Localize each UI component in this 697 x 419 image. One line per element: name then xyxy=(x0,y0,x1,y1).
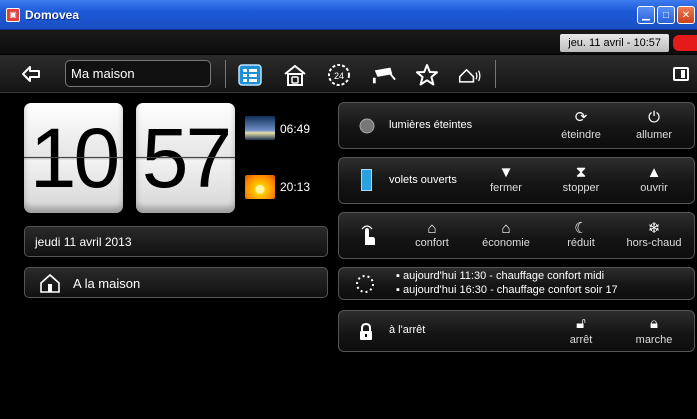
shutter-status-icon xyxy=(361,169,372,191)
camera-icon xyxy=(372,67,396,84)
lights-status: lumières éteintes xyxy=(389,119,473,131)
alarm-off-button[interactable]: arrêt xyxy=(546,334,616,346)
hourglass-icon: ⧗ xyxy=(575,164,587,181)
mode-selector[interactable]: A la maison xyxy=(24,267,328,298)
date-text: jeudi 11 avril 2013 xyxy=(35,235,132,249)
light-status-icon xyxy=(359,118,375,134)
status-datetime: jeu. 11 avril - 10:57 xyxy=(560,34,669,52)
alarm-status: à l'arrêt xyxy=(389,324,426,336)
list-view-icon xyxy=(238,64,262,86)
shutters-panel: volets ouverts ▼ fermer ⧗ stopper ▲ ouvr… xyxy=(338,157,695,204)
shutters-status: volets ouverts xyxy=(389,174,457,186)
schedule-icon xyxy=(356,275,374,293)
close-button[interactable]: ✕ xyxy=(677,6,695,24)
maximize-button[interactable]: □ xyxy=(657,6,675,24)
heating-reduced-button[interactable]: réduit xyxy=(546,237,616,249)
timer-button[interactable]: 24 xyxy=(327,63,351,87)
back-button[interactable] xyxy=(20,63,42,85)
mode-text: A la maison xyxy=(73,276,141,291)
arrow-left-icon xyxy=(22,66,40,82)
shutters-stop-button[interactable]: stopper xyxy=(546,182,616,194)
heating-panel: ⌂ confort ⌂ économie ☾ réduit ❄ hors-cha… xyxy=(338,212,695,259)
status-indicator[interactable] xyxy=(673,35,697,51)
heating-confort-button[interactable]: confort xyxy=(397,237,467,249)
power-icon: ⏻ xyxy=(648,109,660,126)
snowflake-icon: ❄ xyxy=(647,220,661,237)
lights-off-button[interactable]: éteindre xyxy=(546,129,616,141)
camera-button[interactable] xyxy=(372,63,396,87)
lights-panel: lumières éteintes ⟳ éteindre ⏻ allumer xyxy=(338,102,695,149)
heating-frost-button[interactable]: hors-chaud xyxy=(619,237,689,249)
list-view-button[interactable] xyxy=(238,63,262,87)
unlock-icon: 🔓︎ xyxy=(576,315,586,332)
sunrise-time: 06:49 xyxy=(280,122,311,136)
hand-touch-icon xyxy=(361,225,375,245)
clock-minutes: 57 xyxy=(136,103,235,213)
schedule-item: ▪ aujourd'hui 16:30 - chauffage confort … xyxy=(396,284,618,296)
confort-icon: ⌂ xyxy=(427,220,437,237)
moon-icon: ☾ xyxy=(574,220,588,237)
rooms-button[interactable] xyxy=(283,63,307,87)
lights-on-button[interactable]: allumer xyxy=(619,129,689,141)
alarm-house-icon xyxy=(458,68,481,83)
toolbar: Ma maison 24 xyxy=(0,55,697,93)
lock-closed-icon: 🔒︎ xyxy=(650,315,658,332)
schedule-item-text: aujourd'hui 16:30 - chauffage confort so… xyxy=(402,284,618,296)
window-titlebar: ▣ Domovea ▁ □ ✕ xyxy=(0,0,697,30)
schedule-item-text: aujourd'hui 11:30 - chauffage confort mi… xyxy=(402,270,605,282)
24h-timer-icon: 24 xyxy=(328,64,350,86)
date-display: jeudi 11 avril 2013 xyxy=(24,226,328,257)
refresh-icon: ⟳ xyxy=(574,109,588,126)
alarm-on-button[interactable]: marche xyxy=(619,334,689,346)
favorites-button[interactable] xyxy=(415,63,439,87)
toolbar-divider xyxy=(225,60,226,88)
arrow-up-icon: ▲ xyxy=(646,164,662,181)
arrow-down-icon: ▼ xyxy=(498,164,514,181)
shutters-close-button[interactable]: fermer xyxy=(471,182,541,194)
house-selector[interactable]: Ma maison xyxy=(65,60,211,87)
economy-icon: ⌂ xyxy=(501,220,511,237)
app-icon: ▣ xyxy=(6,7,20,22)
status-bar: jeu. 11 avril - 10:57 xyxy=(0,30,697,54)
sunrise-icon xyxy=(245,116,275,140)
shutters-open-button[interactable]: ouvrir xyxy=(619,182,689,194)
svg-text:24: 24 xyxy=(334,71,344,81)
toolbar-divider xyxy=(495,60,496,88)
lock-icon xyxy=(360,323,372,340)
heating-economy-button[interactable]: économie xyxy=(471,237,541,249)
alarm-button[interactable] xyxy=(458,63,482,87)
alarm-panel: à l'arrêt 🔓︎ arrêt 🔒︎ marche xyxy=(338,310,695,352)
minimize-button[interactable]: ▁ xyxy=(637,6,655,24)
house-icon xyxy=(284,64,306,86)
exit-icon[interactable] xyxy=(673,67,689,81)
clock-hours: 10 xyxy=(24,103,123,213)
star-icon xyxy=(416,64,438,86)
home-mode-icon xyxy=(40,273,60,293)
sunset-icon xyxy=(245,175,275,199)
sunset-time: 20:13 xyxy=(280,180,311,194)
window-title: Domovea xyxy=(25,7,80,22)
schedule-item: ▪ aujourd'hui 11:30 - chauffage confort … xyxy=(396,270,605,282)
